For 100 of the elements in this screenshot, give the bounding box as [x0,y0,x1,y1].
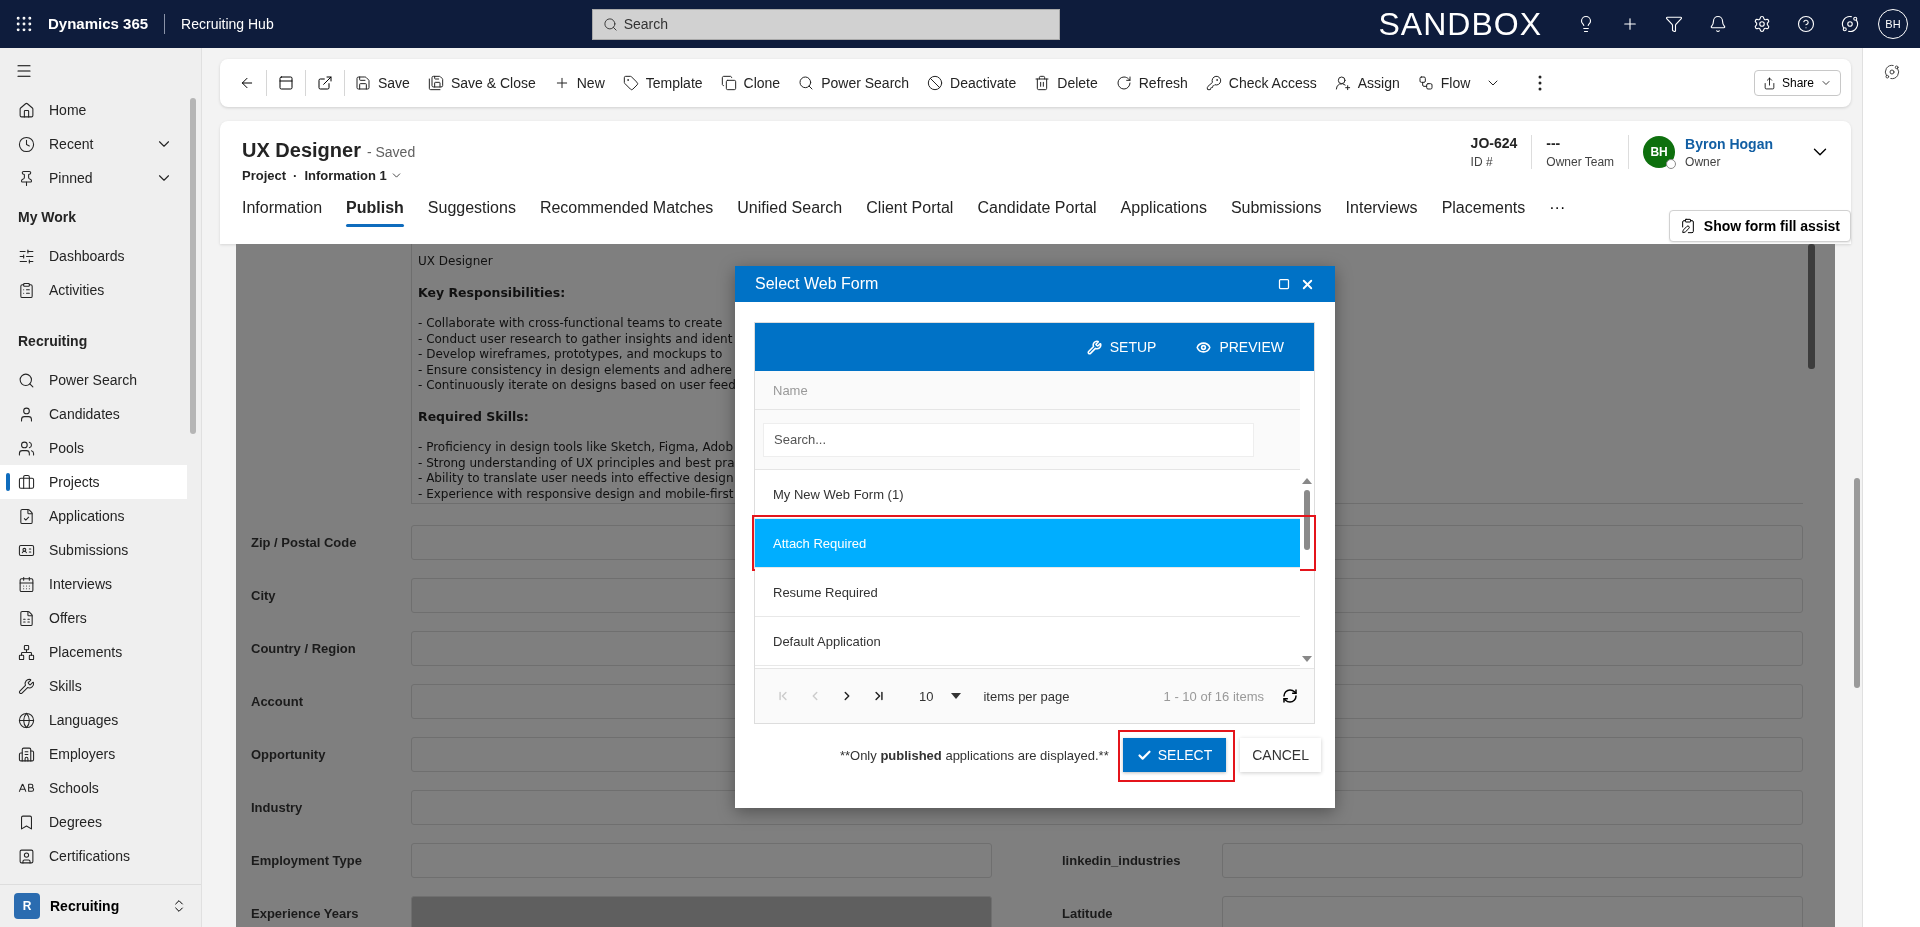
copy-icon [720,75,737,91]
nav-item[interactable]: Dashboards [0,239,187,273]
command-button[interactable]: New [545,65,613,101]
command-button[interactable]: Assign [1326,65,1408,101]
maximize-button[interactable] [1278,278,1290,290]
spreadsheet-icon [18,609,35,627]
nav-item[interactable]: Submissions [0,533,187,567]
command-button[interactable]: Save & Close [419,65,544,101]
command-button[interactable]: Template [614,65,711,101]
refresh-button[interactable] [1282,688,1298,704]
orbit-icon [1883,64,1900,80]
tab[interactable]: Applications [1108,199,1219,229]
settings-icon [1753,15,1771,33]
workflow-icon [1417,75,1434,91]
owner-link[interactable]: Byron Hogan [1685,135,1773,152]
app-name[interactable]: Dynamics 365 [48,14,166,34]
eye-icon [1196,339,1212,355]
header-field-label: Owner Team [1546,155,1615,169]
share-button[interactable]: Share [1753,70,1841,96]
command-button[interactable]: Deactivate [919,65,1025,101]
nav-item[interactable]: Degrees [0,805,187,839]
dropdown-arrow-icon [951,693,962,699]
tab[interactable]: Suggestions [415,199,528,229]
tag-icon [622,75,639,91]
nav-item[interactable]: Employers [0,737,187,771]
key-icon [1205,75,1222,91]
field-label: Industry [251,800,304,815]
description-heading: Required Skills: [418,409,529,425]
form-fill-assist-button[interactable]: Show form fill assist [1668,210,1851,242]
people-icon [18,439,35,457]
page-size-dropdown[interactable]: 10 [911,688,970,704]
nav-item[interactable]: Pools [0,431,187,465]
save-all-icon [427,75,444,91]
tab[interactable]: Recommended Matches [527,199,726,229]
maximize-icon [1278,278,1290,290]
field-label: Country / Region [251,641,357,656]
toolbar-button[interactable]: PREVIEW [1188,339,1292,355]
tab[interactable]: Interviews [1333,199,1430,229]
save-icon [355,75,371,91]
description-line: - Strong understanding of UX principles and best pra [418,455,735,471]
nav-item[interactable]: Placements [0,635,187,669]
tab[interactable]: Publish [334,199,416,229]
form-selector[interactable]: Information 1 [304,168,403,183]
trash-icon [1034,75,1051,91]
nav-item[interactable]: Schools [0,771,187,805]
nav-item[interactable]: Languages [0,703,187,737]
nav-item[interactable]: Pinned [0,161,187,195]
nav-item[interactable]: Projects [0,465,187,499]
field-label: Employment Type [251,853,363,868]
command-button[interactable]: Save [347,65,418,101]
tab[interactable]: Client Portal [854,199,966,229]
header-field-value: JO-624 [1470,135,1518,151]
nav-item[interactable]: Certifications [0,839,187,873]
person-add-icon [1334,75,1351,91]
tab[interactable]: Placements [1429,199,1538,229]
section-heading: My Work [17,208,78,227]
tab[interactable]: Information [242,199,335,229]
command-button[interactable]: Check Access [1197,65,1325,101]
nav-item[interactable]: Interviews [0,567,187,601]
select-button[interactable]: SELECT [1122,738,1227,772]
orbit-icon [1841,15,1859,33]
field-label: Zip / Postal Code [251,535,358,550]
search-icon [602,16,618,32]
description-line: - Conduct user research to gather insights and ident [418,331,733,347]
scrollbar[interactable] [1808,244,1815,369]
owner-avatar: BH [1643,136,1676,168]
nav-item[interactable]: Candidates [0,397,187,431]
nav-item[interactable]: Recent [0,127,187,161]
scrollbar[interactable] [190,98,196,434]
pin-icon [18,169,35,187]
command-button[interactable]: Clone [712,65,789,101]
tab[interactable]: Candidate Portal [965,199,1109,229]
chevron-icon [872,689,886,703]
search-field[interactable]: Search... [763,422,1254,457]
command-button[interactable]: Delete [1026,65,1106,101]
command-button[interactable]: Refresh [1107,65,1196,101]
cancel-button[interactable]: CANCEL [1240,738,1321,772]
page-size-label: items per page [983,688,1070,704]
nav-item[interactable]: Applications [0,499,187,533]
scrollbar[interactable] [1854,478,1860,688]
description-line: - Ensure consistency in design elements and adhere [418,362,732,378]
description-line: - Develop wireframes, prototypes, and mockups to [418,347,723,363]
network-icon [18,643,35,661]
building-icon [18,745,35,763]
ban-icon [927,75,944,91]
nav-item[interactable]: Power Search [0,363,187,397]
nav-item[interactable]: Offers [0,601,187,635]
command-button[interactable]: Flow [1409,65,1510,101]
toolbar-button[interactable]: SETUP [1078,339,1165,355]
more-tabs-button[interactable]: ··· [1537,199,1578,229]
app-launcher-icon[interactable] [14,14,34,34]
nav-item[interactable]: Skills [0,669,187,703]
tab[interactable]: Submissions [1218,199,1334,229]
nav-item[interactable]: Activities [0,273,187,307]
command-button[interactable]: Power Search [790,65,918,101]
tab[interactable]: Unified Search [725,199,855,229]
list-row[interactable]: Resume Required [755,568,1300,617]
nav-item[interactable]: Home [0,93,187,127]
search-field[interactable]: Search [591,8,1060,40]
area-name[interactable]: Recruiting Hub [181,16,274,32]
